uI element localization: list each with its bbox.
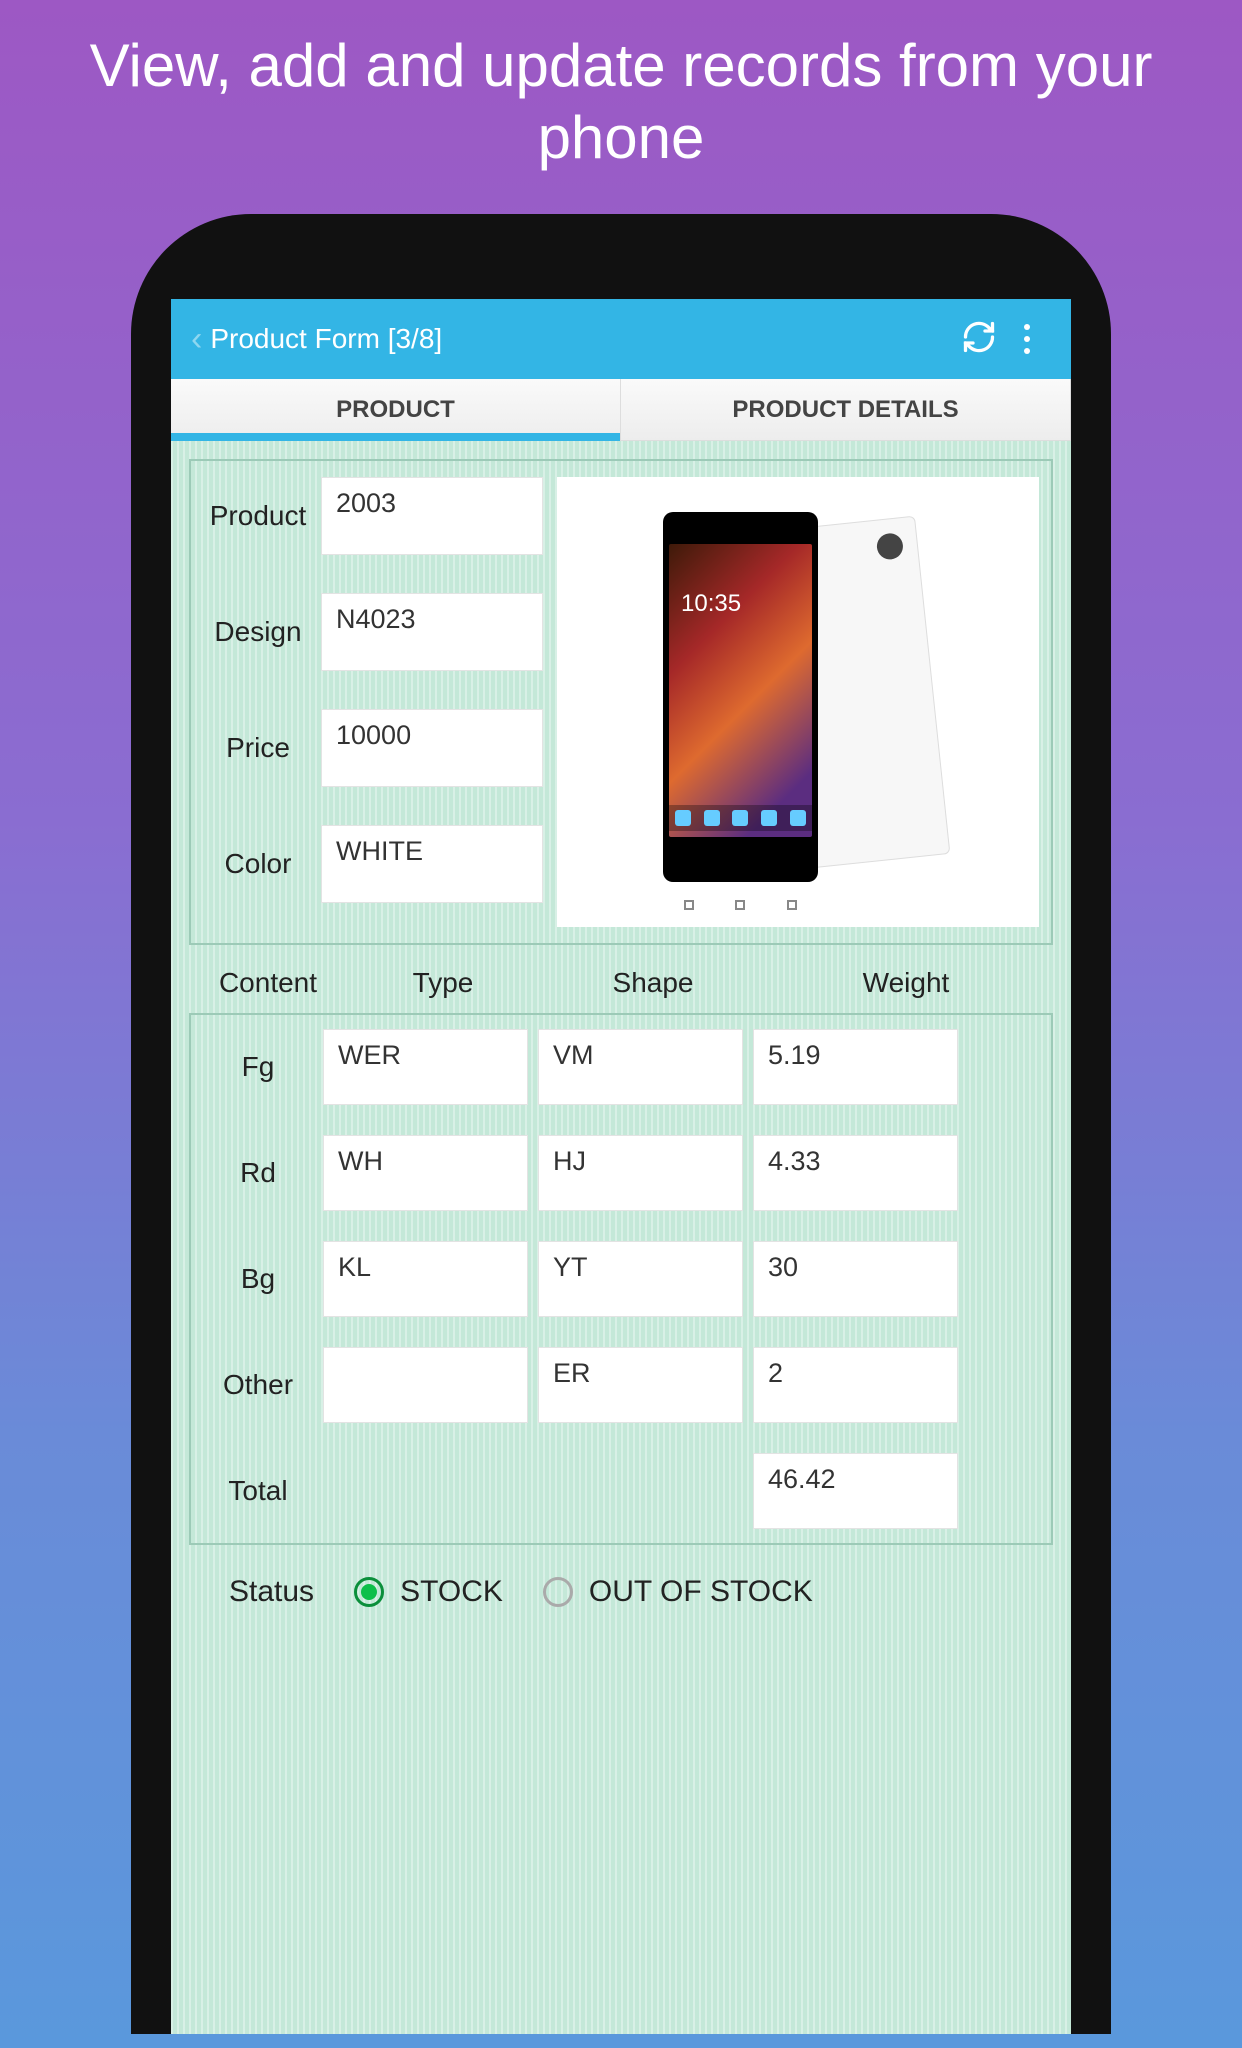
cell-type[interactable]: WH [323,1135,528,1211]
phone-front-illustration: 10:35 [663,512,818,882]
column-headers: Content Type Shape Weight [189,959,1053,1013]
content-grid: Fg WER VM 5.19 Rd WH HJ 4.33 Bg KL YT 30 [189,1013,1053,1545]
row-label-bg: Bg [203,1263,313,1295]
spacer [323,1453,528,1529]
cell-type[interactable]: KL [323,1241,528,1317]
table-row: Fg WER VM 5.19 [203,1029,1039,1105]
cell-total[interactable]: 46.42 [753,1453,958,1529]
radio-label: OUT OF STOCK [589,1575,813,1609]
table-row: Bg KL YT 30 [203,1241,1039,1317]
table-row: Other ER 2 [203,1347,1039,1423]
row-label-rd: Rd [203,1157,313,1189]
tab-product[interactable]: PRODUCT [171,379,621,440]
header-shape: Shape [543,967,763,999]
header-content: Content [193,967,343,999]
field-product: Product 2003 [203,477,543,555]
cell-weight[interactable]: 4.33 [753,1135,958,1211]
cell-type[interactable]: WER [323,1029,528,1105]
marketing-headline: View, add and update records from your p… [0,0,1242,214]
header-weight: Weight [763,967,1049,999]
input-color[interactable]: WHITE [321,825,543,903]
input-price[interactable]: 10000 [321,709,543,787]
refresh-icon[interactable] [955,319,1003,360]
row-label-other: Other [203,1369,313,1401]
row-label-total: Total [203,1475,313,1507]
cell-type[interactable] [323,1347,528,1423]
radio-label: STOCK [400,1575,503,1609]
radio-icon [354,1577,384,1607]
cell-shape[interactable]: YT [538,1241,743,1317]
input-product[interactable]: 2003 [321,477,543,555]
label-color: Color [203,848,313,880]
tab-label: PRODUCT [336,396,455,424]
cell-shape[interactable]: HJ [538,1135,743,1211]
spacer [538,1453,743,1529]
form-area: Product 2003 Design N4023 Price 10000 Co… [171,441,1071,2034]
label-price: Price [203,732,313,764]
radio-out-of-stock[interactable]: OUT OF STOCK [543,1575,813,1609]
product-image[interactable]: 10:35 [557,477,1039,927]
back-icon[interactable]: ‹ [191,320,202,359]
radio-stock[interactable]: STOCK [354,1575,503,1609]
row-label-fg: Fg [203,1051,313,1083]
tab-bar: PRODUCT PRODUCT DETAILS [171,379,1071,441]
status-row: Status STOCK OUT OF STOCK [189,1545,1053,1619]
field-design: Design N4023 [203,593,543,671]
screen: ‹ Product Form [3/8] PRODUCT PRODUCT DET… [171,299,1071,2034]
field-color: Color WHITE [203,825,543,903]
image-clock: 10:35 [681,590,741,618]
cell-weight[interactable]: 30 [753,1241,958,1317]
cell-shape[interactable]: VM [538,1029,743,1105]
cell-weight[interactable]: 2 [753,1347,958,1423]
label-design: Design [203,616,313,648]
label-product: Product [203,500,313,532]
cell-weight[interactable]: 5.19 [753,1029,958,1105]
table-row-total: Total 46.42 [203,1453,1039,1529]
device-frame: ‹ Product Form [3/8] PRODUCT PRODUCT DET… [131,214,1111,2034]
page-title: Product Form [3/8] [210,323,955,355]
tab-product-details[interactable]: PRODUCT DETAILS [621,379,1071,440]
field-price: Price 10000 [203,709,543,787]
header-type: Type [343,967,543,999]
action-bar: ‹ Product Form [3/8] [171,299,1071,379]
product-panel: Product 2003 Design N4023 Price 10000 Co… [189,459,1053,945]
radio-icon [543,1577,573,1607]
cell-shape[interactable]: ER [538,1347,743,1423]
table-row: Rd WH HJ 4.33 [203,1135,1039,1211]
input-design[interactable]: N4023 [321,593,543,671]
more-icon[interactable] [1003,324,1051,354]
tab-label: PRODUCT DETAILS [732,396,958,424]
label-status: Status [229,1575,314,1609]
